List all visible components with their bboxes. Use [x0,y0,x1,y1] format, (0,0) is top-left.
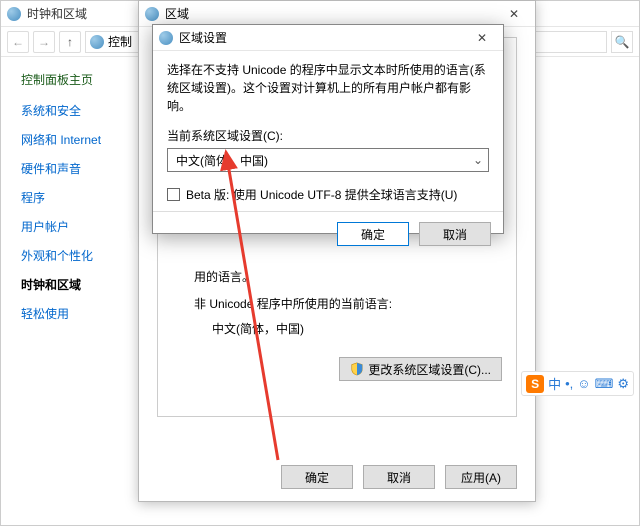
globe-icon [145,7,159,21]
locale-select-value: 中文(简体，中国) [167,148,489,172]
breadcrumb-text: 控制 [108,33,132,50]
nav-back-button[interactable]: ← [7,31,29,53]
sidebar-item-5[interactable]: 外观和个性化 [21,247,125,264]
locale-dialog-close-button[interactable]: ✕ [467,31,497,45]
ime-item-4[interactable]: ⚙ [617,376,629,392]
sidebar-item-4[interactable]: 用户帐户 [21,218,125,235]
region-dialog-title: 区域 [165,5,499,22]
locale-select-label: 当前系统区域设置(C): [167,127,489,144]
locale-dialog-title: 区域设置 [179,29,467,46]
sidebar: 控制面板主页 系统和安全 网络和 Internet 硬件和声音 程序 用户帐户 … [1,57,141,525]
region-cancel-button[interactable]: 取消 [363,465,435,489]
locale-dialog-body: 选择在不支持 Unicode 的程序中显示文本时所使用的语言(系统区域设置)。这… [153,51,503,211]
sidebar-item-3[interactable]: 程序 [21,189,125,206]
globe-icon [159,31,173,45]
change-locale-button-label: 更改系统区域设置(C)... [368,361,491,378]
locale-description: 选择在不支持 Unicode 的程序中显示文本时所使用的语言(系统区域设置)。这… [167,61,489,115]
region-change-row: 更改系统区域设置(C)... [172,357,502,381]
sidebar-item-6[interactable]: 时钟和区域 [21,276,125,293]
globe-icon [7,7,21,21]
change-locale-button[interactable]: 更改系统区域设置(C)... [339,357,502,381]
ime-logo-icon[interactable]: S [526,375,544,393]
region-current-language: 中文(简体，中国) [212,320,502,337]
globe-icon [90,35,104,49]
beta-utf8-label: Beta 版: 使用 Unicode UTF-8 提供全球语言支持(U) [186,186,457,203]
sidebar-item-2[interactable]: 硬件和声音 [21,160,125,177]
ime-item-3[interactable]: ⌨ [595,376,614,392]
ime-item-0[interactable]: 中 [548,374,561,393]
ime-toolbar[interactable]: S 中 •, ☺ ⌨ ⚙ [521,371,634,396]
sidebar-item-0[interactable]: 系统和安全 [21,102,125,119]
region-apply-button[interactable]: 应用(A) [445,465,517,489]
locale-settings-dialog: 区域设置 ✕ 选择在不支持 Unicode 的程序中显示文本时所使用的语言(系统… [152,24,504,234]
sidebar-item-1[interactable]: 网络和 Internet [21,131,125,148]
region-dialog-close-button[interactable]: ✕ [499,7,529,21]
beta-utf8-checkbox-row[interactable]: Beta 版: 使用 Unicode UTF-8 提供全球语言支持(U) [167,186,489,203]
region-panel-text-1: 用的语言。 [194,268,502,285]
region-panel-text-2: 非 Unicode 程序中所使用的当前语言: [194,295,502,312]
nav-forward-button[interactable]: → [33,31,55,53]
locale-cancel-button[interactable]: 取消 [419,222,491,246]
sidebar-item-7[interactable]: 轻松使用 [21,305,125,322]
nav-up-button[interactable]: ↑ [59,31,81,53]
search-icon[interactable]: 🔍 [611,31,633,53]
region-ok-button[interactable]: 确定 [281,465,353,489]
ime-item-1[interactable]: •, [565,376,573,391]
locale-dialog-titlebar: 区域设置 ✕ [153,25,503,51]
locale-dialog-footer: 确定 取消 [153,211,503,256]
locale-ok-button[interactable]: 确定 [337,222,409,246]
sidebar-header[interactable]: 控制面板主页 [21,71,125,88]
region-dialog-footer: 确定 取消 应用(A) [281,465,517,489]
shield-icon [350,362,364,376]
locale-select[interactable]: 中文(简体，中国) ⌄ [167,148,489,172]
ime-item-2[interactable]: ☺ [577,376,590,391]
checkbox-icon[interactable] [167,188,180,201]
